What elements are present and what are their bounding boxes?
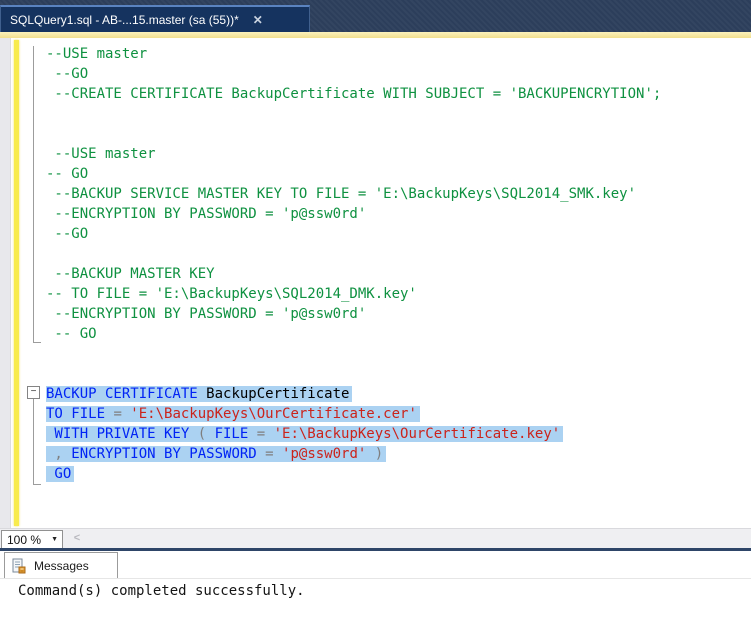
code-token: --GO [46,66,89,82]
code-line[interactable] [46,504,746,524]
zoom-value: 100 % [7,532,42,547]
code-token: --USE master [46,46,148,62]
messages-tab-label: Messages [34,558,89,573]
indicator-margin [0,38,11,528]
tab-messages[interactable]: Messages [4,552,118,578]
code-token: --BACKUP SERVICE MASTER KEY TO FILE = 'E… [46,186,637,202]
code-token: --GO [46,226,89,242]
code-line[interactable]: --ENCRYPTION BY PASSWORD = 'p@ssw0rd' [46,204,746,224]
code-line[interactable]: --ENCRYPTION BY PASSWORD = 'p@ssw0rd' [46,304,746,324]
collapse-toggle-icon[interactable]: − [27,386,40,399]
code-token: TO FILE [46,406,114,422]
messages-pane: Messages Command(s) completed successful… [0,551,751,620]
code-token: -- TO FILE = 'E:\BackupKeys\SQL2014_DMK.… [46,286,417,302]
code-token: --BACKUP MASTER KEY [46,266,215,282]
code-token: 'E:\BackupKeys\OurCertificate.cer' [130,406,417,422]
code-line[interactable]: --CREATE CERTIFICATE BackupCertificate W… [46,84,746,104]
code-token: 'p@ssw0rd' [282,446,367,462]
code-token: 'E:\BackupKeys\OurCertificate.key' [273,426,561,442]
code-line[interactable]: WITH PRIVATE KEY ( FILE = 'E:\BackupKeys… [46,424,746,444]
code-line[interactable]: -- GO [46,164,746,184]
zoom-dropdown[interactable]: 100 % ▼ [1,530,63,549]
code-token: BACKUP CERTIFICATE [46,386,207,402]
code-line[interactable]: -- GO [46,324,746,344]
code-line[interactable]: GO [46,464,746,484]
code-token: ( [197,426,215,442]
code-line[interactable]: --BACKUP SERVICE MASTER KEY TO FILE = 'E… [46,184,746,204]
code-token: ) [366,446,384,462]
messages-output: Command(s) completed successfully. [18,583,305,599]
code-token: = [265,446,283,462]
code-token: = [256,426,274,442]
code-area[interactable]: --USE master --GO --CREATE CERTIFICATE B… [46,44,746,524]
code-token: --CREATE CERTIFICATE BackupCertificate W… [46,86,662,102]
code-line[interactable]: --GO [46,224,746,244]
code-line[interactable]: BACKUP CERTIFICATE BackupCertificate [46,384,746,404]
code-token: = [113,406,131,422]
code-line[interactable]: TO FILE = 'E:\BackupKeys\OurCertificate.… [46,404,746,424]
ssms-window: SQLQuery1.sql - AB-...15.master (sa (55)… [0,0,751,620]
outline-block-line [33,399,41,485]
code-line[interactable]: --USE master [46,44,746,64]
code-token: FILE [214,426,257,442]
code-token: --ENCRYPTION BY PASSWORD = 'p@ssw0rd' [46,206,367,222]
scroll-left-arrow-icon[interactable]: < [70,531,84,546]
code-token: --ENCRYPTION BY PASSWORD = 'p@ssw0rd' [46,306,367,322]
code-line[interactable]: --GO [46,64,746,84]
code-line[interactable] [46,484,746,504]
code-token: --USE master [46,146,156,162]
code-line[interactable]: --BACKUP MASTER KEY [46,264,746,284]
code-line[interactable] [46,104,746,124]
code-token: ENCRYPTION BY PASSWORD [71,446,266,462]
document-tab[interactable]: SQLQuery1.sql - AB-...15.master (sa (55)… [0,5,310,32]
editor-bottom-bar: 100 % ▼ < [0,528,751,549]
chevron-down-icon: ▼ [51,536,58,543]
code-token: -- GO [46,166,89,182]
code-token: WITH PRIVATE KEY [46,426,198,442]
code-token: GO [46,466,72,482]
code-line[interactable] [46,344,746,364]
close-icon[interactable]: ✕ [249,13,267,27]
horizontal-scrollbar[interactable] [86,530,751,548]
messages-tab-strip: Messages [0,551,751,579]
code-line[interactable]: , ENCRYPTION BY PASSWORD = 'p@ssw0rd' ) [46,444,746,464]
document-tab-title: SQLQuery1.sql - AB-...15.master (sa (55)… [10,12,239,27]
messages-icon [12,558,26,573]
code-token: , [46,446,72,462]
code-line[interactable]: -- TO FILE = 'E:\BackupKeys\SQL2014_DMK.… [46,284,746,304]
outline-region-line [33,46,41,343]
code-line[interactable] [46,124,746,144]
code-line[interactable]: --USE master [46,144,746,164]
code-token: BackupCertificate [206,386,350,402]
sql-editor[interactable]: − --USE master --GO --CREATE CERTIFICATE… [0,38,751,528]
code-line[interactable] [46,244,746,264]
change-tracking-bar [14,40,19,526]
code-line[interactable] [46,364,746,384]
code-token: -- GO [46,326,97,342]
document-tab-bar: SQLQuery1.sql - AB-...15.master (sa (55)… [0,0,751,32]
